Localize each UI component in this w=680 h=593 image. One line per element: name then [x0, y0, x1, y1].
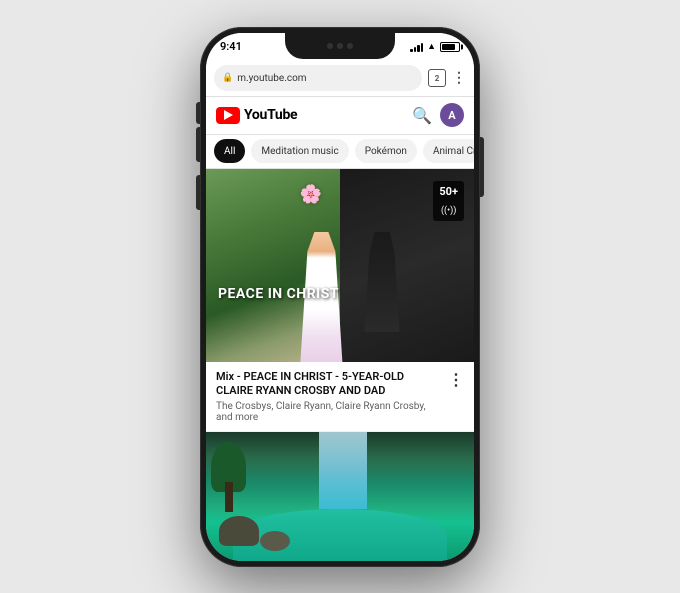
notch-dots: [327, 43, 353, 49]
video-title-1: Mix - PEACE IN CHRIST - 5-YEAR-OLD CLAIR…: [216, 370, 440, 399]
youtube-logo-text: YouTube: [244, 107, 297, 123]
status-icons: ▲: [410, 41, 460, 52]
search-icon[interactable]: 🔍: [412, 106, 432, 125]
category-animal-cross[interactable]: Animal Cross: [423, 139, 474, 163]
video-channel-1: The Crosbys, Claire Ryann, Claire Ryann …: [216, 401, 440, 423]
browser-bar[interactable]: 🔒 m.youtube.com 2 ⋮: [206, 61, 474, 97]
lock-icon: 🔒: [222, 73, 233, 83]
playlist-badge: 50+ ((•)): [433, 181, 464, 221]
video-overlay-text: PEACE IN CHRIST: [218, 286, 339, 302]
category-all[interactable]: All: [214, 139, 245, 163]
play-triangle-icon: [224, 110, 233, 120]
signal-icon: [410, 42, 423, 52]
youtube-header: YouTube 🔍 A: [206, 97, 474, 135]
category-meditation[interactable]: Meditation music: [251, 139, 348, 163]
battery-fill: [442, 44, 455, 50]
notch-dot: [337, 43, 343, 49]
notch-dot: [347, 43, 353, 49]
wifi-icon: ▲: [427, 41, 436, 52]
water-stream: [319, 432, 367, 509]
category-pokemon[interactable]: Pokémon: [355, 139, 417, 163]
volume-down-button: [196, 175, 200, 210]
browser-more-button[interactable]: ⋮: [452, 70, 466, 86]
waterfall-visual: [206, 432, 474, 561]
main-content: 🌸 PEACE IN CHRIST 50+ ((•)) Mix: [206, 169, 474, 561]
flowers-decoration: 🌸: [300, 184, 322, 205]
playlist-count: 50+: [439, 185, 458, 198]
volume-up-button: [196, 127, 200, 162]
silent-button: [196, 102, 200, 124]
youtube-icon: [216, 107, 240, 124]
video-thumbnail-1[interactable]: 🌸 PEACE IN CHRIST 50+ ((•)): [206, 169, 474, 362]
playlist-symbol: ((•)): [441, 206, 456, 216]
status-time: 9:41: [220, 40, 242, 53]
phone-screen: 9:41 ▲ 🔒 m.: [206, 33, 474, 561]
notch-dot: [327, 43, 333, 49]
tabs-button[interactable]: 2: [428, 69, 446, 87]
categories-bar: All Meditation music Pokémon Animal Cros…: [206, 135, 474, 169]
battery-icon: [440, 42, 460, 52]
url-text: m.youtube.com: [237, 73, 306, 84]
video-meta-1: Mix - PEACE IN CHRIST - 5-YEAR-OLD CLAIR…: [206, 362, 474, 432]
rock-left: [219, 516, 259, 546]
url-bar[interactable]: 🔒 m.youtube.com: [214, 65, 422, 91]
rock-right: [260, 531, 290, 551]
video-thumbnail-2[interactable]: [206, 432, 474, 561]
phone-mockup: 9:41 ▲ 🔒 m.: [200, 27, 480, 567]
video-more-button-1[interactable]: ⋮: [440, 370, 464, 389]
tree-left: [211, 442, 246, 512]
notch: [285, 33, 395, 59]
video-info-1: Mix - PEACE IN CHRIST - 5-YEAR-OLD CLAIR…: [216, 370, 440, 423]
youtube-logo[interactable]: YouTube: [216, 107, 297, 124]
user-avatar[interactable]: A: [440, 103, 464, 127]
